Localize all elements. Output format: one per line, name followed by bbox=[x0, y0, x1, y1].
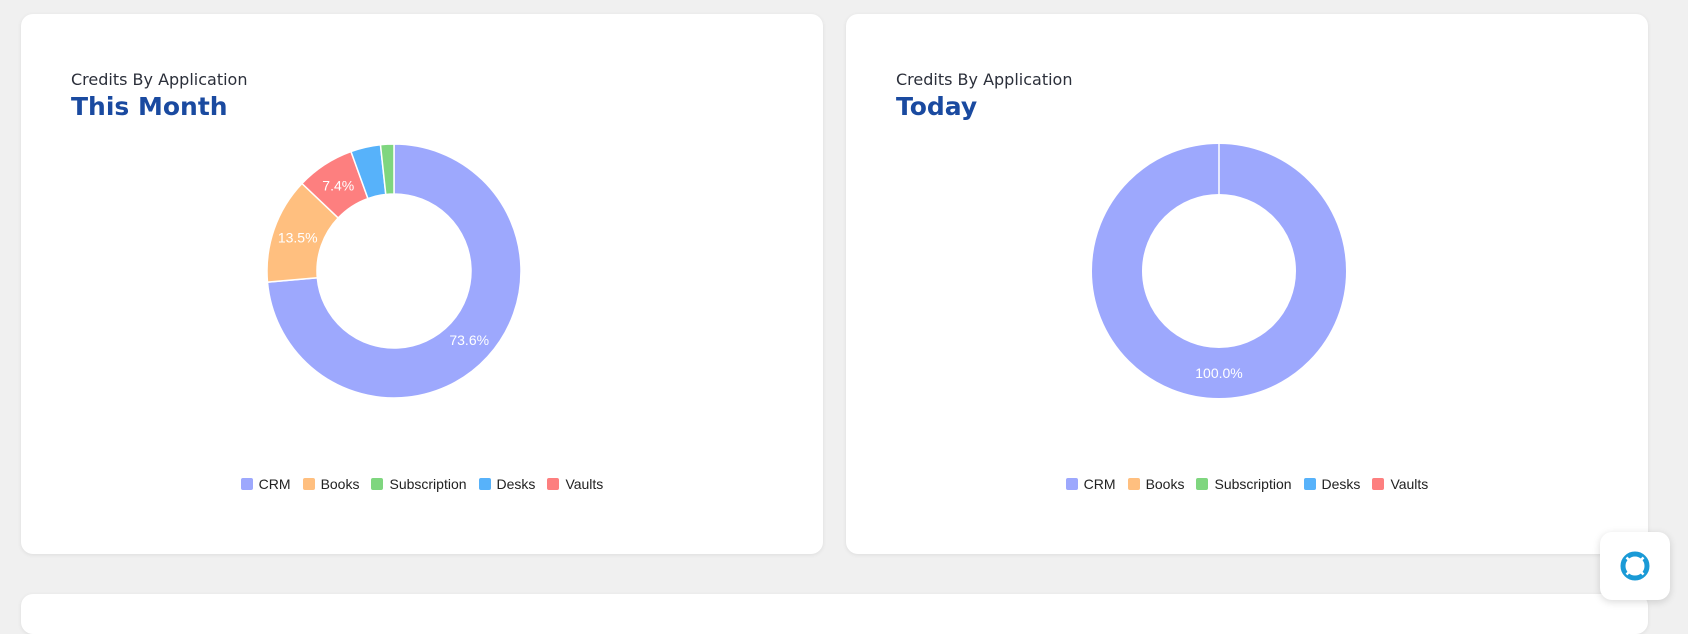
legend-item-books[interactable]: Books bbox=[302, 476, 360, 492]
legend-item-desks[interactable]: Desks bbox=[478, 476, 536, 492]
chart-legend: CRM Books Subscription Desks Vaults bbox=[846, 476, 1648, 492]
legend-item-vaults[interactable]: Vaults bbox=[547, 476, 603, 492]
legend-swatch bbox=[1196, 478, 1209, 490]
legend-label: Vaults bbox=[1390, 476, 1429, 492]
legend-swatch bbox=[1065, 478, 1078, 490]
slice-label-crm: 100.0% bbox=[1195, 365, 1242, 381]
legend-item-crm[interactable]: CRM bbox=[240, 476, 291, 492]
legend-item-crm[interactable]: CRM bbox=[1065, 476, 1116, 492]
legend-item-subscription[interactable]: Subscription bbox=[1196, 476, 1292, 492]
slice-crm[interactable] bbox=[1092, 144, 1346, 398]
donut-chart-today: 100.0% bbox=[1092, 144, 1346, 398]
legend-swatch bbox=[1303, 478, 1316, 490]
slice-label-crm: 73.6% bbox=[449, 332, 489, 348]
donut-chart-this-month: 73.6% 13.5% 7.4% bbox=[266, 143, 522, 399]
slice-label-vaults: 7.4% bbox=[322, 178, 354, 194]
legend-item-vaults[interactable]: Vaults bbox=[1372, 476, 1428, 492]
help-button[interactable] bbox=[1600, 532, 1670, 600]
legend-label: Vaults bbox=[565, 476, 604, 492]
legend-swatch bbox=[371, 478, 384, 490]
legend-label: CRM bbox=[258, 476, 291, 492]
legend-label: CRM bbox=[1083, 476, 1116, 492]
lifebuoy-icon bbox=[1620, 551, 1650, 581]
legend-label: Books bbox=[1145, 476, 1185, 492]
chart-card-this-month: Credits By Application This Month 73.6% 1… bbox=[21, 14, 823, 554]
legend-item-desks[interactable]: Desks bbox=[1303, 476, 1361, 492]
next-card bbox=[21, 594, 1648, 634]
legend-item-subscription[interactable]: Subscription bbox=[371, 476, 467, 492]
legend-item-books[interactable]: Books bbox=[1127, 476, 1185, 492]
legend-swatch bbox=[1127, 478, 1140, 490]
chart-legend: CRM Books Subscription Desks Vaults bbox=[21, 476, 823, 492]
legend-swatch bbox=[240, 478, 253, 490]
legend-label: Subscription bbox=[389, 476, 467, 492]
legend-label: Subscription bbox=[1214, 476, 1292, 492]
chart-card-today: Credits By Application Today 100.0% CRM B… bbox=[846, 14, 1648, 554]
slice-label-books: 13.5% bbox=[278, 229, 318, 245]
legend-swatch bbox=[478, 478, 491, 490]
legend-swatch bbox=[1372, 478, 1385, 490]
legend-swatch bbox=[302, 478, 315, 490]
legend-swatch bbox=[547, 478, 560, 490]
legend-label: Desks bbox=[496, 476, 536, 492]
legend-label: Desks bbox=[1321, 476, 1361, 492]
legend-label: Books bbox=[320, 476, 360, 492]
